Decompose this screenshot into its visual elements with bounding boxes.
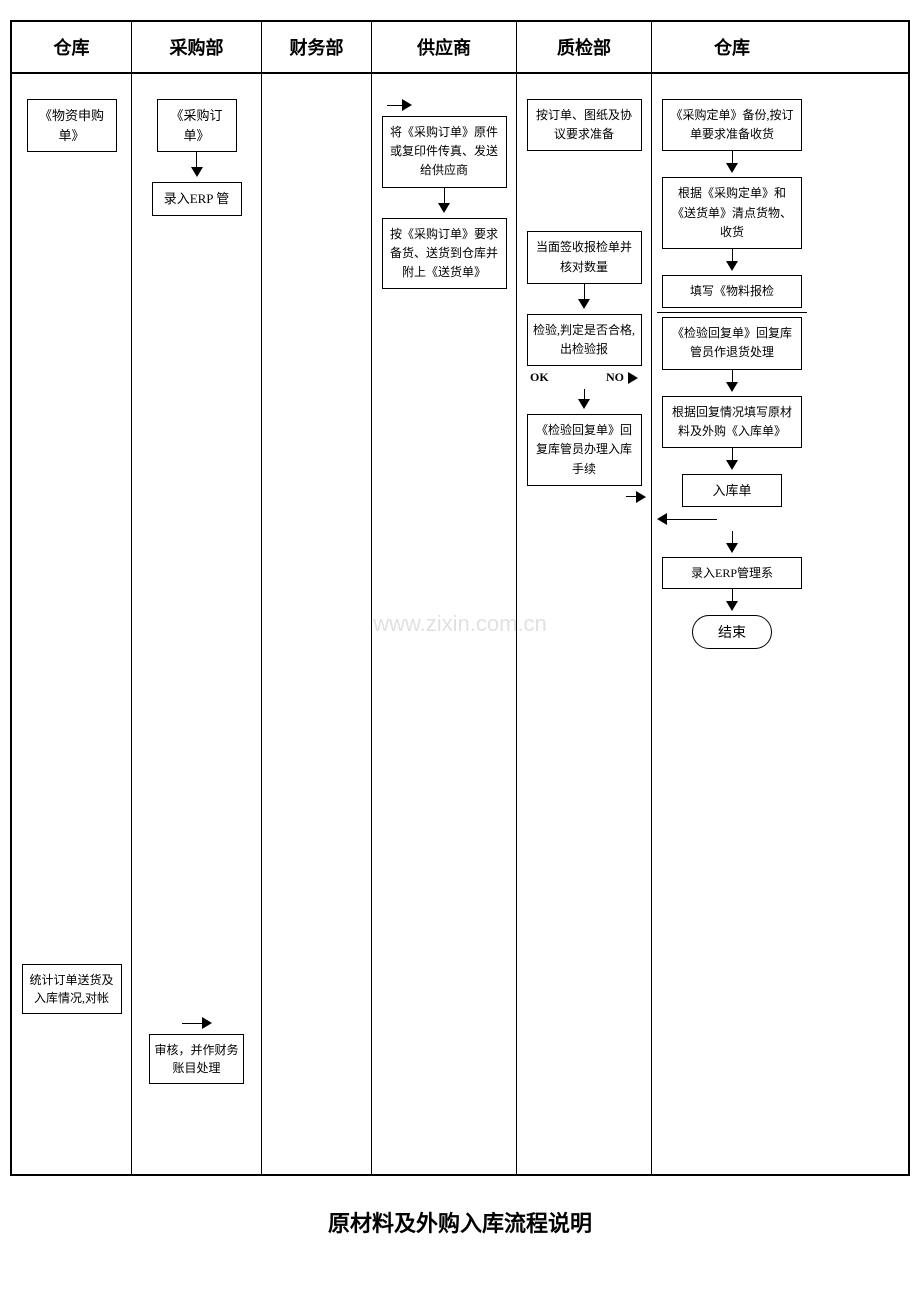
col5-box3: 检验,判定是否合格,出检验报	[527, 314, 642, 366]
col6-box5: 根据回复情况填写原材料及外购《入库单》	[662, 396, 802, 448]
col6-box1: 《采购定单》备份,按订单要求准备收货	[662, 99, 802, 151]
col6-box7: 录入ERP管理系	[662, 557, 802, 589]
col2-box1: 《采购订单》	[157, 99, 237, 152]
col-gongyingshang-body: 将《采购订单》原件或复印件传真、发送给供应商 按《采购订单》要求备货、送货到仓库…	[372, 74, 517, 1174]
header-col2: 采购部	[132, 22, 262, 72]
col-caigou-body: 《采购订单》 录入ERP 管 审核，并作财务账目处理	[132, 74, 262, 1174]
col1-box1: 《物资申购单》	[27, 99, 117, 152]
footer-title: 原材料及外购入库流程说明	[328, 1206, 592, 1238]
col4-box1: 将《采购订单》原件或复印件传真、发送给供应商	[382, 116, 507, 188]
header-col3: 财务部	[262, 22, 372, 72]
header-col1: 仓库	[12, 22, 132, 72]
col4-box2: 按《采购订单》要求备货、送货到仓库并附上《送货单》	[382, 218, 507, 290]
col6-box8: 结束	[692, 615, 772, 649]
col-cangku2-body: 《采购定单》备份,按订单要求准备收货 根据《采购定单》和《送货单》清点货物、收货…	[652, 74, 812, 1174]
header-col5: 质检部	[517, 22, 652, 72]
col6-box4: 《检验回复单》回复库管员作退货处理	[662, 317, 802, 369]
label-ok: OK	[530, 370, 549, 385]
col-zhijian-body: 按订单、图纸及协议要求准备 当面签收报检单并核对数量 检验,判定是否合格,出检验…	[517, 74, 652, 1174]
col1-box2: 统计订单送货及入库情况,对帐	[22, 964, 122, 1014]
header-row: 仓库 采购部 财务部 供应商 质检部 仓库	[12, 22, 908, 74]
col5-box4: 《检验回复单》回复库管员办理入库手续	[527, 414, 642, 486]
col5-box1: 按订单、图纸及协议要求准备	[527, 99, 642, 151]
col6-box3: 填写《物料报检	[662, 275, 802, 308]
col2-box3: 审核，并作财务账目处理	[149, 1034, 244, 1084]
col5-box2: 当面签收报检单并核对数量	[527, 231, 642, 283]
content-area: www.zixin.com.cn 《物资申购单》 统计订单送货及入库情况,对帐 …	[12, 74, 908, 1174]
col6-box6: 入库单	[682, 474, 782, 508]
col6-box2: 根据《采购定单》和《送货单》清点货物、收货	[662, 177, 802, 249]
label-no: NO	[606, 370, 624, 385]
col-cangku1-body: 《物资申购单》 统计订单送货及入库情况,对帐	[12, 74, 132, 1174]
col-caiwu-body	[262, 74, 372, 1174]
header-col4: 供应商	[372, 22, 517, 72]
header-col6: 仓库	[652, 22, 812, 72]
flowchart: 仓库 采购部 财务部 供应商 质检部 仓库 www.zixin.com.cn 《…	[10, 20, 910, 1176]
col2-box2: 录入ERP 管	[152, 182, 242, 216]
